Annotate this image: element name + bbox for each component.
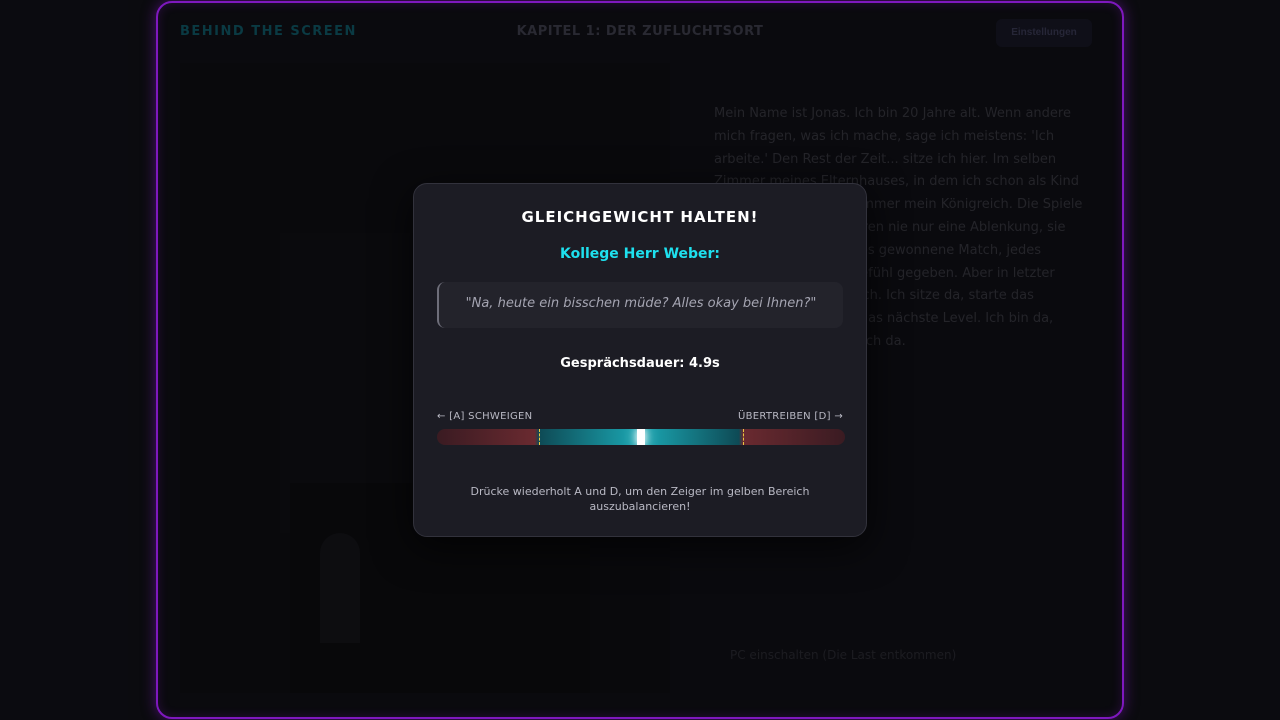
balance-pointer [637, 429, 645, 445]
balance-minigame-modal: GLEICHGEWICHT HALTEN! Kollege Herr Weber… [413, 183, 867, 537]
balance-bar [437, 429, 845, 445]
conversation-timer: Gesprächsdauer: 4.9s [560, 356, 720, 371]
right-key-label: ÜBERTREIBEN [D] → [737, 411, 843, 422]
speaker-name: Kollege Herr Weber: [559, 246, 721, 262]
left-key-label: ← [A] SCHWEIGEN [437, 411, 533, 422]
dialogue-quote: "Na, heute ein bisschen müde? Alles okay… [465, 296, 817, 311]
dialogue-box: "Na, heute ein bisschen müde? Alles okay… [437, 282, 843, 328]
modal-title: GLEICHGEWICHT HALTEN! [521, 208, 759, 226]
safe-zone-right-marker [743, 429, 744, 445]
instruction-hint: Drücke wiederholt A und D, um den Zeiger… [470, 485, 810, 513]
safe-zone-left-marker [539, 429, 540, 445]
